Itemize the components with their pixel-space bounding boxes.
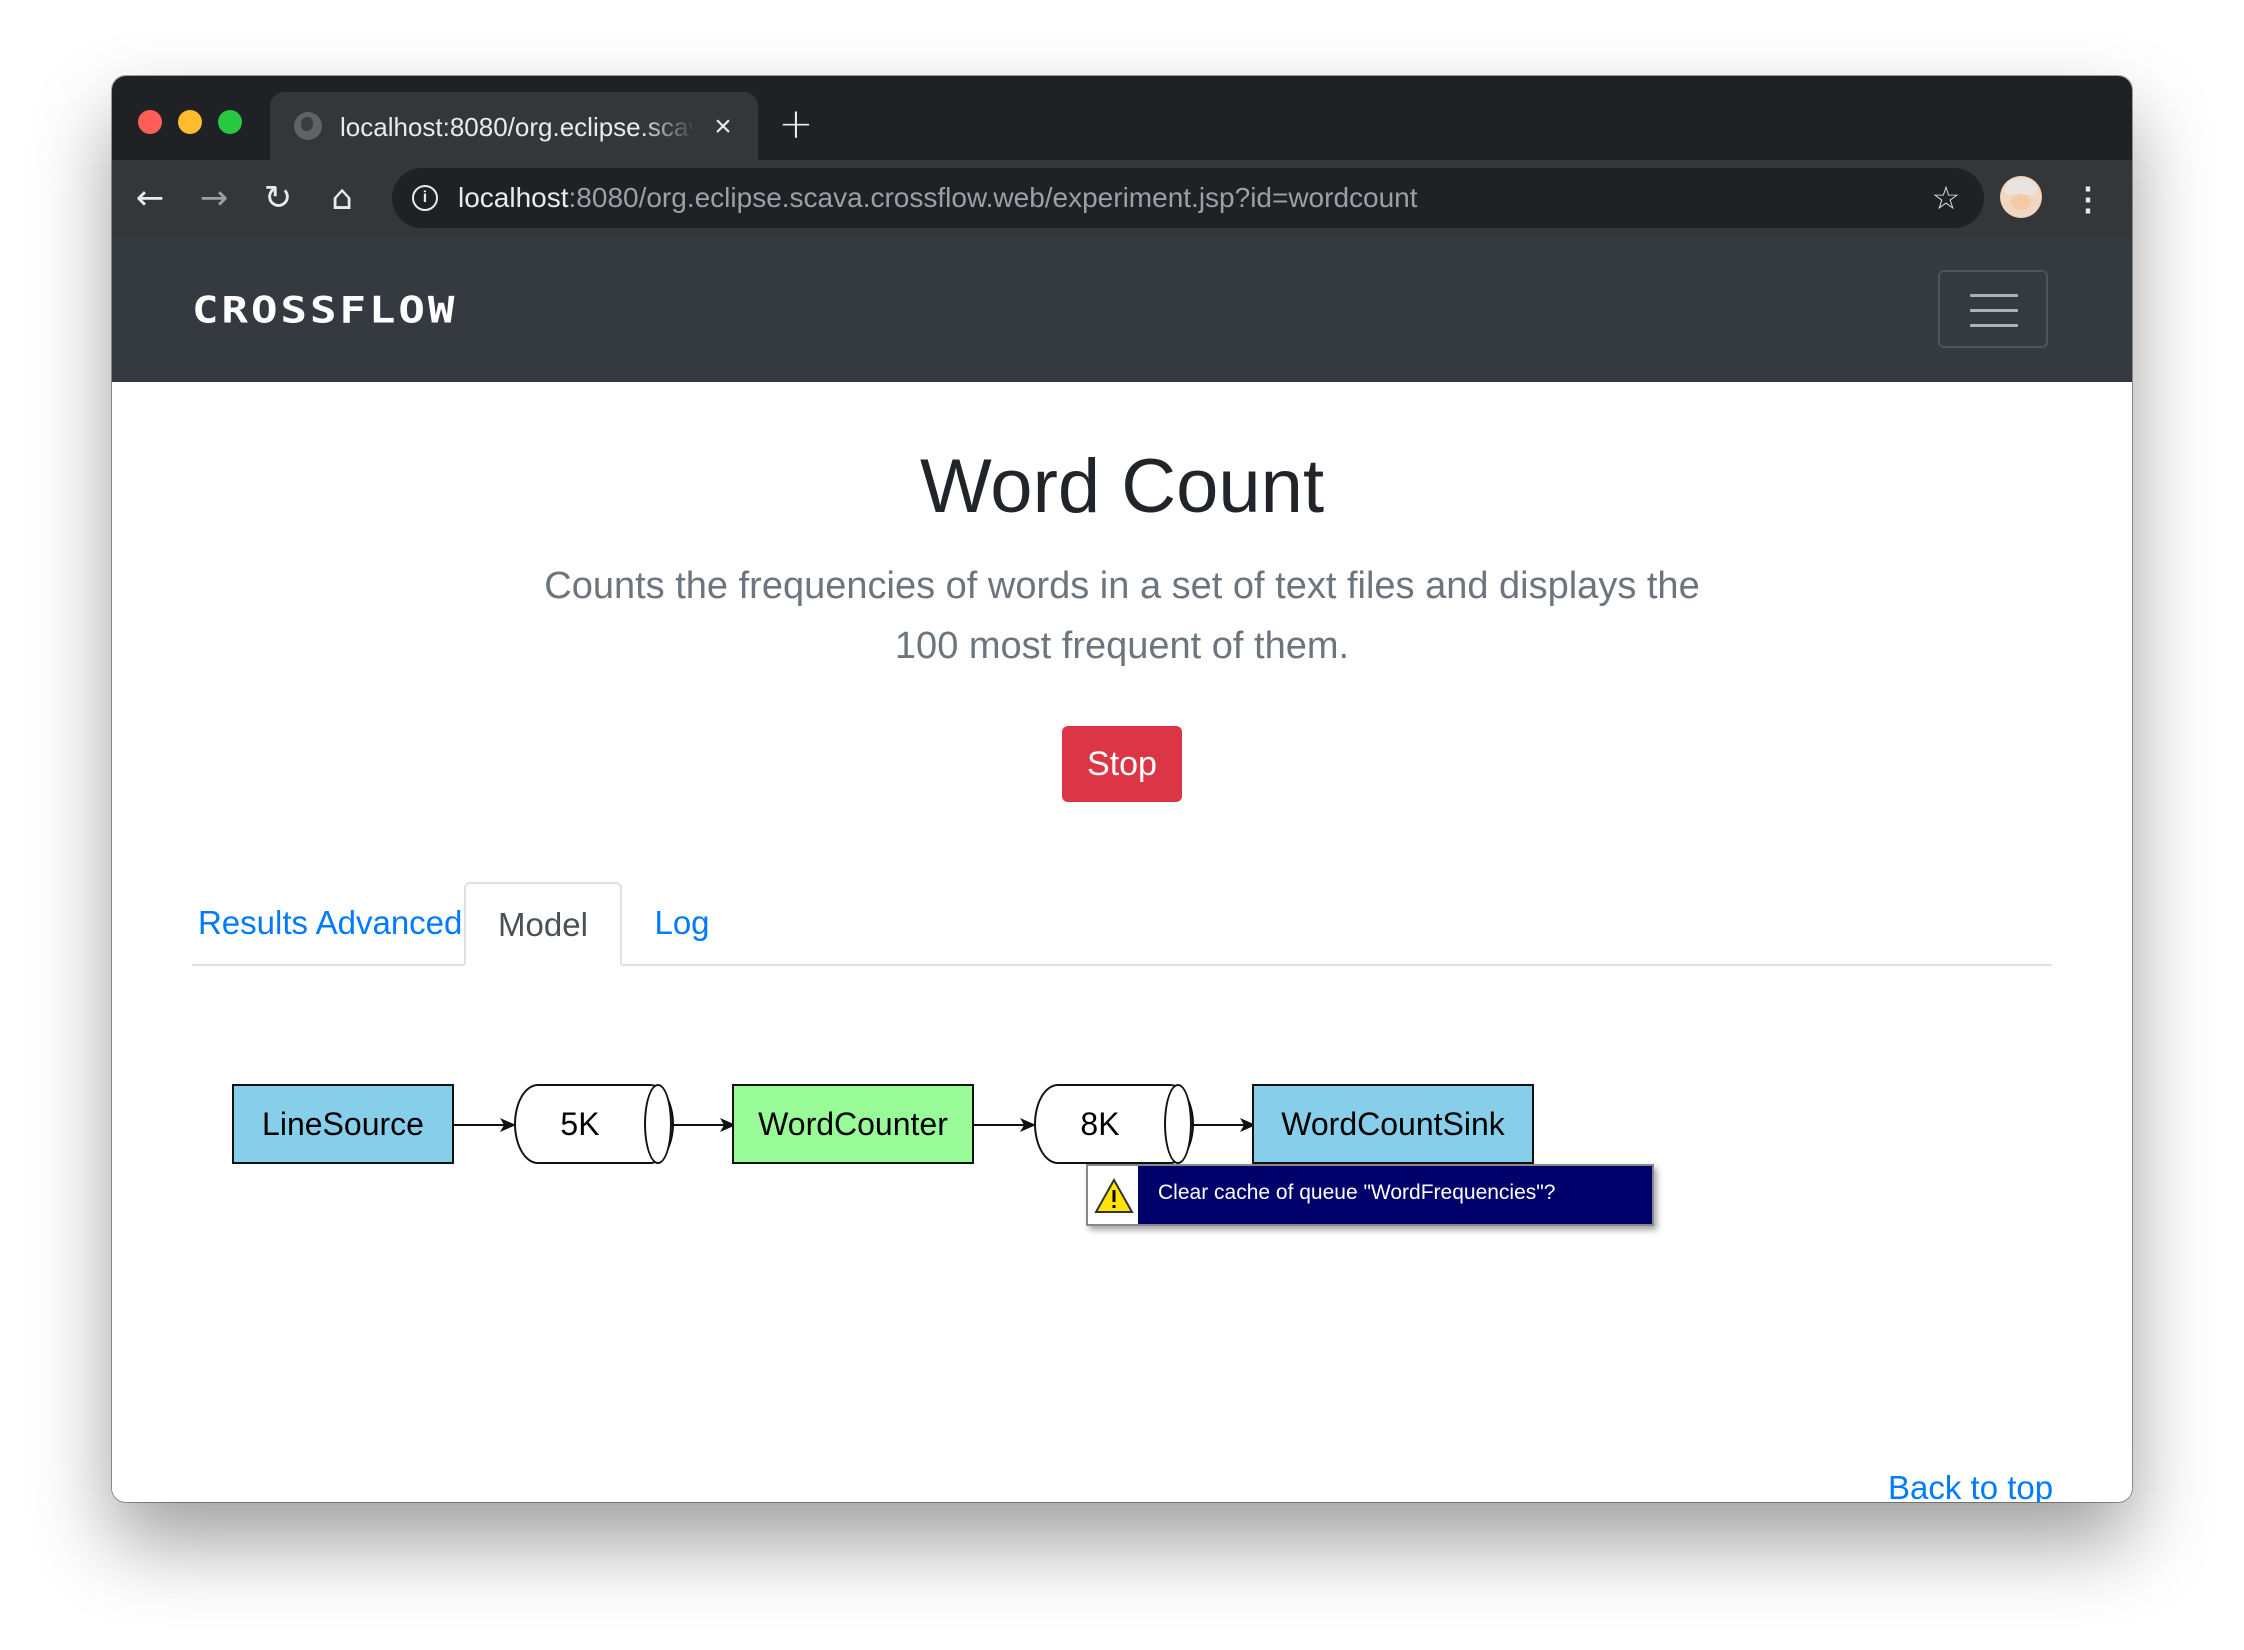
- back-to-top-link[interactable]: Back to top: [1888, 1466, 2053, 1502]
- browser-tab[interactable]: localhost:8080/org.eclipse.scava.crossfl…: [270, 92, 758, 160]
- model-queue-1[interactable]: 5K: [514, 1084, 674, 1166]
- url-text[interactable]: localhost:8080/org.eclipse.scava.crossfl…: [458, 181, 1418, 215]
- model-edge-arrow: [674, 1118, 736, 1132]
- model-node-wordcountsink[interactable]: WordCountSink: [1252, 1084, 1534, 1164]
- browser-window: localhost:8080/org.eclipse.scava.crossfl…: [112, 76, 2132, 1502]
- profile-avatar[interactable]: [2000, 176, 2042, 218]
- model-node-wordcounter[interactable]: WordCounter: [732, 1084, 974, 1164]
- url-host: localhost: [458, 182, 569, 213]
- maximize-window-button[interactable]: [218, 110, 242, 134]
- reload-button[interactable]: ↻: [254, 174, 302, 222]
- back-button[interactable]: ←: [126, 174, 174, 222]
- tab-strip: localhost:8080/org.eclipse.scava.crossfl…: [112, 76, 2132, 160]
- queue-tooltip: Clear cache of queue "WordFrequencies"?: [1086, 1164, 1654, 1226]
- model-edge-arrow: [1194, 1118, 1256, 1132]
- workflow-model-diagram: LineSource 5K WordCounter 8K WordCountSi…: [112, 236, 2132, 1502]
- tab-close-icon[interactable]: ×: [706, 110, 740, 144]
- minimize-window-button[interactable]: [178, 110, 202, 134]
- home-button[interactable]: ⌂: [318, 174, 366, 222]
- page-content: CROSSFLOW Word Count Counts the frequenc…: [112, 236, 2132, 1502]
- queue-count-label: 8K: [1080, 1106, 1120, 1142]
- model-node-linesource[interactable]: LineSource: [232, 1084, 454, 1164]
- new-tab-button[interactable]: +: [774, 102, 818, 146]
- tooltip-text: Clear cache of queue "WordFrequencies"?: [1138, 1166, 1652, 1224]
- model-edge-arrow: [454, 1118, 516, 1132]
- browser-menu-icon[interactable]: ⋮: [2070, 178, 2106, 220]
- model-edge-arrow: [974, 1118, 1036, 1132]
- browser-toolbar: ← → ↻ ⌂ i localhost:8080/org.eclipse.sca…: [112, 160, 2132, 236]
- close-window-button[interactable]: [138, 110, 162, 134]
- site-info-icon[interactable]: i: [412, 185, 438, 211]
- address-bar[interactable]: i localhost:8080/org.eclipse.scava.cross…: [392, 168, 1984, 228]
- bookmark-star-icon[interactable]: ☆: [1926, 178, 1966, 218]
- queue-count-label: 5K: [560, 1106, 600, 1142]
- forward-button[interactable]: →: [190, 174, 238, 222]
- warning-icon: [1094, 1178, 1134, 1213]
- url-path: :8080/org.eclipse.scava.crossflow.web/ex…: [568, 182, 1418, 213]
- model-queue-2[interactable]: 8K: [1034, 1084, 1194, 1166]
- globe-icon: [294, 112, 322, 140]
